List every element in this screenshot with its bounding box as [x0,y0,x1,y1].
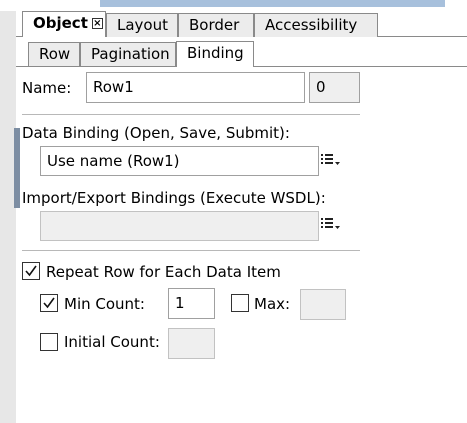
tab-row-label: Row [39,45,71,63]
max-label: Max: [254,295,291,313]
import-export-menu-icon[interactable] [321,216,341,230]
repeat-row-checkbox[interactable] [22,262,40,280]
tab-object-label: Object [33,14,88,32]
initial-count-checkbox[interactable] [40,333,58,351]
tab-object[interactable]: Object × [22,11,106,37]
data-binding-label: Data Binding (Open, Save, Submit): [22,124,290,142]
name-index-field: 0 [309,72,360,103]
tab-border-label: Border [189,16,240,34]
divider-bottom [22,250,360,251]
top-strip [0,0,467,11]
tab-binding[interactable]: Binding [176,41,254,67]
repeat-row-label: Repeat Row for Each Data Item [46,263,281,281]
max-field [300,289,346,320]
panel-splitter[interactable] [0,0,20,423]
tab-layout[interactable]: Layout [106,13,178,37]
binding-menu-icon[interactable] [321,152,341,166]
tab-binding-label: Binding [187,44,244,62]
tab-accessibility-label: Accessibility [265,16,358,34]
initial-count-field [168,328,215,359]
checkmark-icon [25,265,37,277]
checkmark-icon [43,297,55,309]
divider-top [22,114,360,115]
tab-accessibility[interactable]: Accessibility [254,13,378,37]
tab-pagination-label: Pagination [91,45,170,63]
title-bar-accent [100,0,445,7]
import-export-field [40,211,319,241]
tab-row[interactable]: Row [28,42,80,66]
close-icon[interactable]: × [91,18,103,29]
tab-pagination[interactable]: Pagination [80,42,176,66]
data-binding-field[interactable]: Use name (Row1) [40,146,319,176]
splitter-grip[interactable] [14,128,20,208]
initial-count-label: Initial Count: [64,333,160,351]
min-count-checkbox[interactable] [40,294,58,312]
name-field[interactable]: Row1 [86,72,305,103]
name-label: Name: [22,79,72,97]
min-count-label: Min Count: [64,295,145,313]
max-checkbox[interactable] [231,294,249,312]
min-count-field[interactable]: 1 [168,288,215,319]
tab-border[interactable]: Border [178,13,254,37]
tab-layout-label: Layout [117,16,168,34]
import-export-label: Import/Export Bindings (Execute WSDL): [22,189,326,207]
